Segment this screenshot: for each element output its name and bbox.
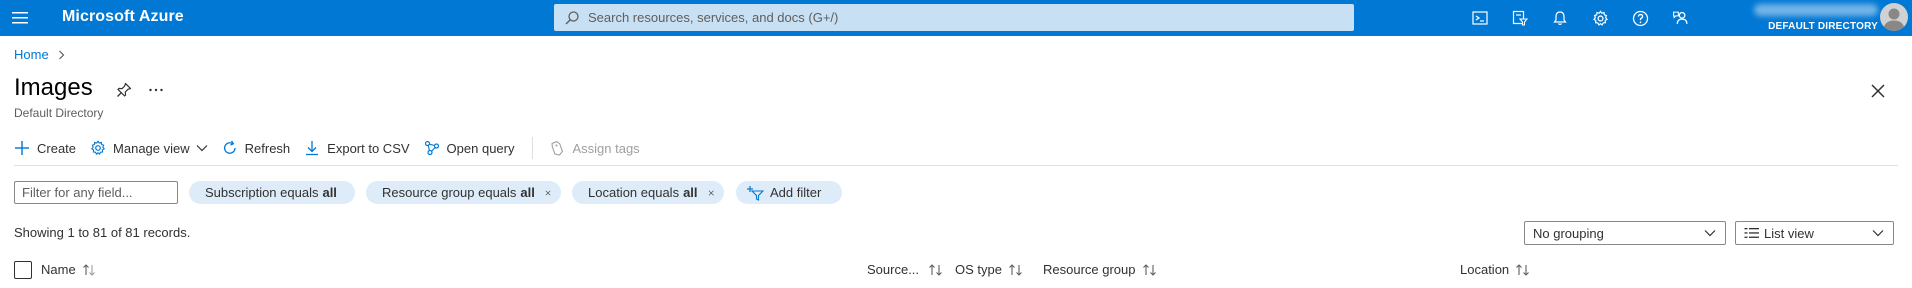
chevron-down-icon — [196, 145, 208, 152]
column-location-label: Location — [1460, 262, 1510, 277]
open-query-label: Open query — [446, 140, 515, 156]
column-source-label: Source... — [867, 262, 920, 277]
location-filter-value: all — [683, 185, 698, 200]
subscription-filter-label: Subscription equals — [205, 185, 319, 200]
filter-input[interactable] — [14, 181, 178, 204]
add-filter-icon — [747, 185, 764, 201]
close-icon[interactable] — [1866, 79, 1890, 103]
location-filter-pill[interactable]: Location equals all — [572, 181, 724, 204]
chevron-down-icon — [1872, 230, 1884, 237]
sort-icon — [1142, 263, 1156, 276]
list-view-icon — [1744, 228, 1759, 238]
directory-filter-icon[interactable] — [1500, 0, 1540, 36]
remove-filter-icon[interactable] — [708, 186, 714, 200]
column-os-type-label: OS type — [955, 262, 1002, 277]
refresh-button[interactable]: Refresh — [222, 136, 291, 160]
search-icon — [565, 10, 579, 24]
column-resource-group-label: Resource group — [1043, 262, 1136, 277]
global-search-box[interactable] — [554, 4, 1354, 31]
pin-icon[interactable] — [114, 80, 134, 100]
sort-icon — [1516, 263, 1530, 276]
add-filter-button[interactable]: Add filter — [736, 181, 842, 204]
assign-tags-button[interactable]: Assign tags — [549, 136, 640, 160]
command-bar: Create Manage view Refresh Export to CSV… — [14, 136, 654, 160]
location-filter-label: Location equals — [588, 185, 680, 200]
account-menu[interactable]: DEFAULT DIRECTORY — [1708, 3, 1878, 33]
breadcrumb: Home — [14, 47, 65, 62]
feedback-icon[interactable] — [1660, 0, 1700, 36]
more-options-icon[interactable] — [146, 80, 166, 100]
resource-group-filter-pill[interactable]: Resource group equals all — [366, 181, 561, 204]
brand-title[interactable]: Microsoft Azure — [62, 8, 184, 26]
export-csv-label: Export to CSV — [327, 140, 410, 156]
column-header-name[interactable]: Name — [41, 262, 96, 277]
gear-icon — [90, 140, 106, 155]
sort-icon — [1009, 263, 1022, 276]
select-all-checkbox[interactable] — [14, 261, 32, 279]
notifications-icon[interactable] — [1540, 0, 1580, 36]
page-title: Images — [14, 74, 93, 101]
refresh-icon — [223, 140, 236, 154]
grouping-dropdown[interactable]: No grouping — [1524, 221, 1726, 245]
table-header: Name Source... OS type Resource group Lo… — [0, 258, 1912, 284]
remove-filter-icon[interactable] — [545, 186, 551, 200]
account-directory: DEFAULT DIRECTORY — [1768, 21, 1878, 32]
chevron-down-icon — [1704, 230, 1716, 237]
records-count: Showing 1 to 81 of 81 records. — [14, 225, 191, 240]
command-separator — [532, 137, 534, 159]
chevron-right-icon — [58, 50, 65, 59]
create-button[interactable]: Create — [14, 136, 76, 160]
hamburger-menu-icon[interactable] — [8, 6, 32, 30]
page-subtitle: Default Directory — [14, 106, 104, 120]
cloud-shell-icon[interactable] — [1460, 0, 1500, 36]
export-csv-button[interactable]: Export to CSV — [304, 136, 410, 160]
sort-icon — [929, 263, 942, 276]
grouping-value: No grouping — [1533, 225, 1604, 241]
resource-group-filter-value: all — [520, 185, 535, 200]
subscription-filter-value: all — [322, 185, 337, 200]
avatar[interactable] — [1880, 3, 1908, 31]
settings-icon[interactable] — [1580, 0, 1620, 36]
query-graph-icon — [424, 140, 439, 156]
breadcrumb-home-link[interactable]: Home — [14, 47, 49, 62]
subscription-filter-pill[interactable]: Subscription equals all — [189, 181, 355, 204]
view-dropdown[interactable]: List view — [1735, 221, 1894, 245]
column-header-resource-group[interactable]: Resource group — [1043, 262, 1158, 277]
tag-icon — [552, 141, 564, 156]
column-header-source[interactable]: Source... — [867, 262, 944, 277]
column-name-label: Name — [41, 262, 76, 277]
download-icon — [306, 141, 319, 156]
column-header-os-type[interactable]: OS type — [955, 262, 1024, 277]
plus-icon — [15, 141, 29, 155]
help-icon[interactable] — [1620, 0, 1660, 36]
manage-view-label: Manage view — [113, 140, 190, 156]
open-query-button[interactable]: Open query — [424, 136, 515, 160]
resource-group-filter-label: Resource group equals — [382, 185, 517, 200]
refresh-label: Refresh — [244, 140, 291, 156]
add-filter-label: Add filter — [770, 185, 822, 200]
sort-icon — [82, 263, 95, 276]
column-header-location[interactable]: Location — [1460, 262, 1531, 277]
assign-tags-label: Assign tags — [572, 140, 640, 156]
view-value: List view — [1764, 225, 1814, 241]
search-input[interactable] — [588, 10, 1328, 25]
account-email-redacted — [1754, 4, 1878, 16]
divider — [14, 165, 1898, 166]
create-label: Create — [37, 140, 77, 156]
top-navigation-bar: Microsoft Azure DEFAULT DIRECTORY — [0, 0, 1912, 36]
manage-view-button[interactable]: Manage view — [90, 136, 208, 160]
